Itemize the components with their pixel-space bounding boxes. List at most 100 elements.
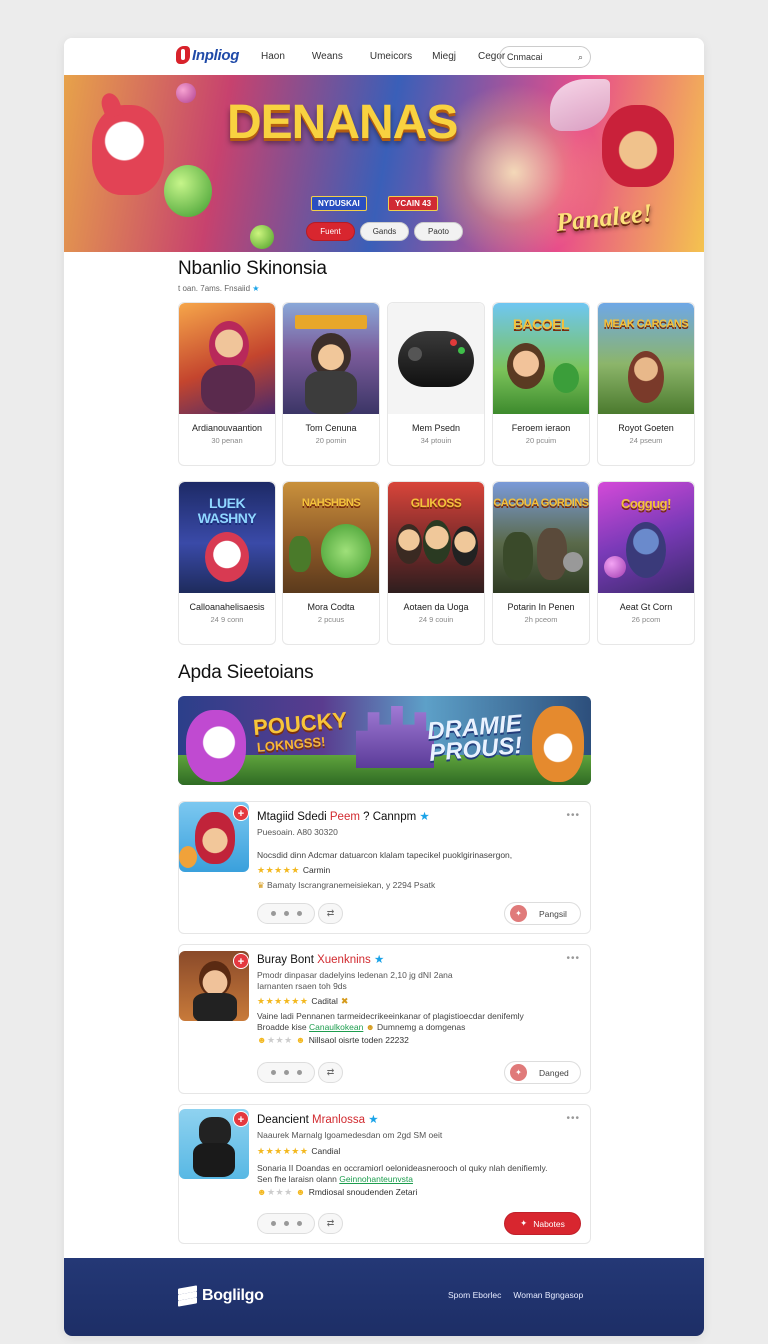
share-icon[interactable]: ⇄	[318, 1213, 343, 1234]
promo-character-left	[186, 710, 246, 782]
game-card-image	[179, 303, 275, 414]
list-item[interactable]: + Deancient Mranlossa ★ ••• Naaurek Marn…	[178, 1104, 591, 1244]
game-card-name: Tom Cenuna	[305, 423, 357, 433]
game-card[interactable]: Mem Psedn 34 ptouin	[387, 302, 485, 466]
more-options-icon[interactable]: •••	[566, 810, 580, 821]
game-card[interactable]: Tom Cenuna 20 pomin	[282, 302, 380, 466]
logo-text: Inpliog	[192, 46, 240, 64]
footer-links: Spom Eborlec Woman Bgngasop	[448, 1290, 583, 1300]
share-icon[interactable]: ⇄	[318, 903, 343, 924]
item-description-2: Broadde kise Canaulkokean ☻ Dumnemg a do…	[257, 1022, 466, 1032]
hero-character-right	[602, 105, 674, 187]
more-options-icon[interactable]: •••	[566, 1113, 580, 1124]
filter-chip-3[interactable]: Paoto	[414, 222, 463, 241]
logo[interactable]: Inpliog	[176, 46, 239, 64]
follow-icon: ✦	[510, 1064, 527, 1081]
game-card-art-title: MEAK CARCANS	[603, 318, 689, 330]
search-icon[interactable]: ⌕	[578, 52, 583, 63]
item-meta: Naaurek Marnalg lgoamedesdan om 2gd SM o…	[257, 1130, 443, 1140]
hero-orb-green	[164, 165, 212, 217]
hero-character-left	[92, 105, 164, 195]
game-card[interactable]: LUEK WASHNY Calloanahelisaesis 24 9 conn	[178, 481, 276, 645]
nav-link-2[interactable]: Weans	[312, 51, 343, 62]
footer-link-2[interactable]: Woman Bgngasop	[513, 1290, 583, 1300]
game-card-name: Calloanahelisaesis	[189, 602, 265, 612]
game-card-image: BACOEL	[493, 303, 589, 414]
item-meta: Pmodr dinpasar dadelyins ledenan 2,10 jg…	[257, 970, 453, 980]
list-item[interactable]: + Buray Bont Xuenknins ★ ••• Pmodr dinpa…	[178, 944, 591, 1094]
footer-logo[interactable]: Boglilgo	[178, 1285, 264, 1307]
game-card-meta: 26 pcom	[631, 615, 661, 624]
filter-chip-1[interactable]: Fuent	[306, 222, 355, 241]
reaction-pill[interactable]	[257, 1213, 315, 1234]
game-card-art-title: NAHSHBNS	[301, 497, 361, 509]
verified-star-icon: ★	[252, 284, 260, 293]
more-options-icon[interactable]: •••	[566, 953, 580, 964]
item-title: Deancient Mranlossa ★	[257, 1114, 379, 1126]
game-card-meta: 2 pcuus	[317, 615, 345, 624]
nav-link-1[interactable]: Haon	[261, 51, 285, 62]
game-card[interactable]: GLIKOSS Aotaen da Uoga 24 9 couin	[387, 481, 485, 645]
nav-link-3[interactable]: Umeicors	[370, 51, 412, 62]
item-title: Mtagiid Sdedi Peem ? Cannpm ★	[257, 811, 430, 823]
game-card-meta: 2h pceom	[524, 615, 558, 624]
footer-link-1[interactable]: Spom Eborlec	[448, 1290, 501, 1300]
item-extra: ♛ Bamaty Iscrangranemeisiekan, y 2294 Ps…	[257, 880, 436, 890]
game-card-art-title: LUEK WASHNY	[197, 495, 257, 526]
game-card[interactable]: MEAK CARCANS Royot Goeten 24 pseum	[597, 302, 695, 466]
game-card[interactable]: CACOUA GORDINS Potarin In Penen 2h pceom	[492, 481, 590, 645]
promo-castle	[356, 706, 434, 768]
share-icon[interactable]: ⇄	[318, 1062, 343, 1083]
follow-icon: ✦	[520, 1218, 528, 1228]
reaction-pill[interactable]	[257, 1062, 315, 1083]
game-card[interactable]: Ardianouvaantion 30 penan	[178, 302, 276, 466]
filter-chips: Fuent Gands Paoto	[306, 222, 463, 241]
game-card-name: Royot Goeten	[618, 423, 674, 433]
badge-icon: ♛	[257, 880, 265, 890]
smile-icon: ☻	[365, 1022, 375, 1032]
rating-stars: ★★★★★★ Candial	[257, 1146, 341, 1156]
filter-chip-2[interactable]: Gands	[360, 222, 409, 241]
secondary-rating: ☻★★★ ☻ Nillsaol oisrte toden 22232	[257, 1035, 409, 1045]
verified-star-icon: ★	[374, 954, 385, 966]
game-card-name: Potarin In Penen	[507, 602, 575, 612]
footer-brand-name: Boglilgo	[202, 1286, 264, 1304]
game-card[interactable]: Coggug! Aeat Gt Corn 26 pcom	[597, 481, 695, 645]
game-card-image: CACOUA GORDINS	[493, 482, 589, 593]
hero-tag-2: YCAIN 43	[388, 196, 439, 211]
game-card-meta: 24 pseum	[629, 436, 663, 445]
add-icon[interactable]: +	[233, 1111, 249, 1127]
game-card-image: GLIKOSS	[388, 482, 484, 593]
game-card[interactable]: NAHSHBNS Mora Codta 2 pcuus	[282, 481, 380, 645]
section-title-featured: Apda Sieetoians	[178, 662, 314, 683]
follow-button[interactable]: ✦ Pangsil	[504, 902, 581, 925]
rating-stars: ★★★★★ Carmin	[257, 865, 331, 875]
top-nav: Inpliog Haon Weans Umeicors Miegj Cegor …	[64, 38, 704, 75]
game-card-name: Mem Psedn	[411, 423, 461, 433]
nav-link-4[interactable]: Miegj	[432, 51, 456, 62]
search-input[interactable]	[507, 52, 567, 62]
game-card-image	[388, 303, 484, 414]
follow-button[interactable]: ✦ Danged	[504, 1061, 581, 1084]
list-item[interactable]: + Mtagiid Sdedi Peem ? Cannpm ★ ••• Pues…	[178, 801, 591, 934]
game-card-image: MEAK CARCANS	[598, 303, 694, 414]
reaction-pill[interactable]	[257, 903, 315, 924]
follow-button[interactable]: ✦ Nabotes	[504, 1212, 581, 1235]
promo-banner[interactable]: POUCKY LOKNGSS! DRAMIE PROUS!	[178, 696, 591, 785]
add-icon[interactable]: +	[233, 805, 249, 821]
game-card[interactable]: BACOEL Feroem ieraon 20 pcuim	[492, 302, 590, 466]
add-icon[interactable]: +	[233, 953, 249, 969]
rating-stars: ★★★★★★ Cadital ✖	[257, 996, 349, 1006]
item-meta: Puesoain. A80 30320	[257, 827, 338, 837]
verified-star-icon: ★	[368, 1114, 379, 1126]
search-box[interactable]: ⌕	[499, 46, 591, 68]
game-card-art-title: CACOUA GORDINS	[493, 497, 589, 509]
hero-orb-pink	[176, 83, 196, 103]
item-description: Sonaria II Doandas en occramiorl oelonid…	[257, 1163, 548, 1173]
game-card-art-title: BACOEL	[512, 316, 570, 332]
section-title-games: Nbanlio Skinonsia	[178, 258, 327, 279]
promo-left-text: POUCKY LOKNGSS!	[252, 707, 349, 758]
game-card-name: Aeat Gt Corn	[619, 602, 673, 612]
section-subtitle-text: t oan. 7ams. Fnsaiid	[178, 284, 251, 293]
hero-title: DENANAS	[227, 96, 458, 149]
